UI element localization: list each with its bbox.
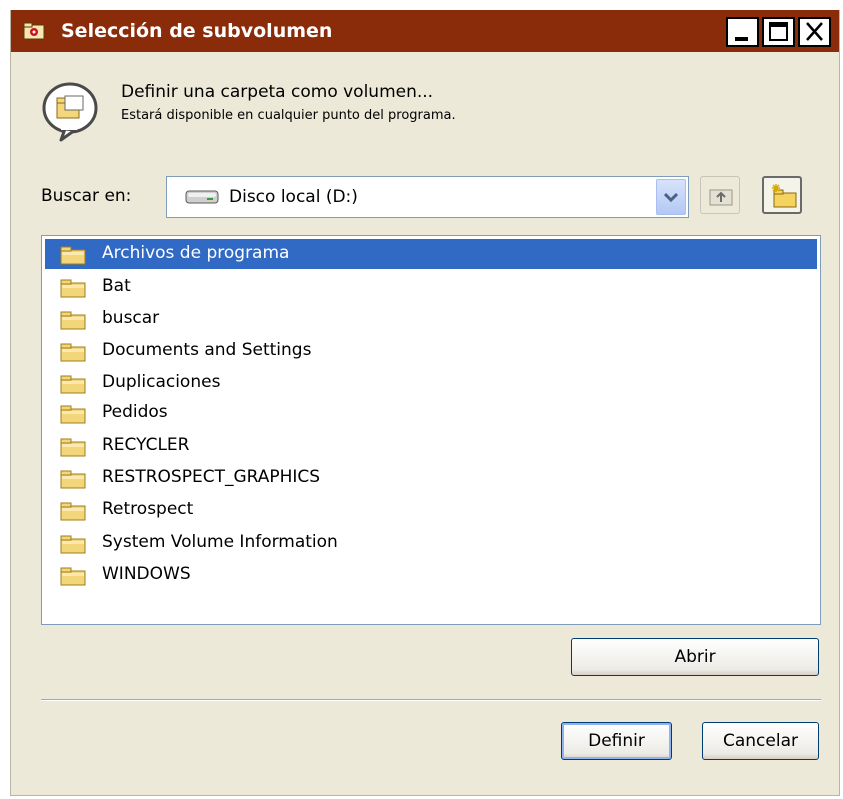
folder-icon xyxy=(60,438,86,457)
folder-row[interactable]: WINDOWS xyxy=(45,560,817,590)
folder-icon xyxy=(60,567,86,586)
new-folder-icon xyxy=(772,184,797,208)
folder-row[interactable]: Retrospect xyxy=(45,495,817,525)
folder-row[interactable]: Pedidos xyxy=(45,398,817,428)
folder-icon xyxy=(60,502,86,521)
header-title: Definir una carpeta como volumen... xyxy=(121,82,434,102)
look-in-label: Buscar en: xyxy=(41,186,132,206)
folder-name: Retrospect xyxy=(102,499,194,519)
folder-icon xyxy=(60,535,86,554)
look-in-dropdown-button[interactable] xyxy=(656,179,686,215)
minimize-button[interactable] xyxy=(726,17,759,47)
folder-name: Archivos de programa xyxy=(102,243,290,263)
dialog-window: Selección de subvolumen Definir una carp… xyxy=(10,10,840,796)
folder-name: RESTROSPECT_GRAPHICS xyxy=(102,467,321,487)
folder-row[interactable]: Archivos de programa xyxy=(45,239,817,269)
close-button[interactable] xyxy=(798,17,831,47)
new-folder-button[interactable] xyxy=(762,176,802,214)
window-title: Selección de subvolumen xyxy=(61,20,333,42)
header-subtitle: Estará disponible en cualquier punto del… xyxy=(121,108,456,123)
folder-row[interactable]: System Volume Information xyxy=(45,528,817,558)
folder-icon xyxy=(60,279,86,298)
folder-name: RECYCLER xyxy=(102,435,190,455)
folder-row[interactable]: Duplicaciones xyxy=(45,368,817,398)
folder-icon xyxy=(60,375,86,394)
folder-name: System Volume Information xyxy=(102,532,338,552)
folder-icon xyxy=(60,470,86,489)
folder-row[interactable]: buscar xyxy=(45,304,817,334)
look-in-combobox[interactable]: Disco local (D:) xyxy=(166,176,689,218)
folder-icon xyxy=(60,311,86,330)
app-icon xyxy=(23,22,45,40)
folder-name: Documents and Settings xyxy=(102,340,312,360)
folder-row[interactable]: Bat xyxy=(45,272,817,302)
folder-icon xyxy=(60,246,86,265)
speech-folder-icon xyxy=(42,82,98,142)
folder-name: WINDOWS xyxy=(102,564,191,584)
folder-icon xyxy=(60,343,86,362)
cancel-button[interactable]: Cancelar xyxy=(702,722,819,760)
folder-name: buscar xyxy=(102,308,160,328)
close-icon xyxy=(806,22,823,41)
chevron-down-icon xyxy=(664,192,678,202)
divider xyxy=(41,699,821,701)
hard-drive-icon xyxy=(185,190,219,204)
folder-name: Bat xyxy=(102,276,131,296)
folder-name: Pedidos xyxy=(102,402,168,422)
folder-name: Duplicaciones xyxy=(102,372,221,392)
look-in-value: Disco local (D:) xyxy=(229,187,358,207)
define-button[interactable]: Definir xyxy=(561,722,672,760)
folder-icon xyxy=(60,405,86,424)
minimize-icon xyxy=(735,37,748,41)
maximize-button[interactable] xyxy=(762,17,795,47)
folder-list[interactable]: Archivos de programa Bat buscar Documents a… xyxy=(41,235,821,625)
maximize-icon xyxy=(769,22,788,41)
open-button[interactable]: Abrir xyxy=(571,638,819,676)
up-folder-icon xyxy=(709,189,733,206)
title-bar[interactable]: Selección de subvolumen xyxy=(11,10,839,52)
folder-row[interactable]: RESTROSPECT_GRAPHICS xyxy=(45,463,817,493)
folder-row[interactable]: RECYCLER xyxy=(45,431,817,461)
folder-row[interactable]: Documents and Settings xyxy=(45,336,817,366)
up-folder-button[interactable] xyxy=(700,176,740,214)
